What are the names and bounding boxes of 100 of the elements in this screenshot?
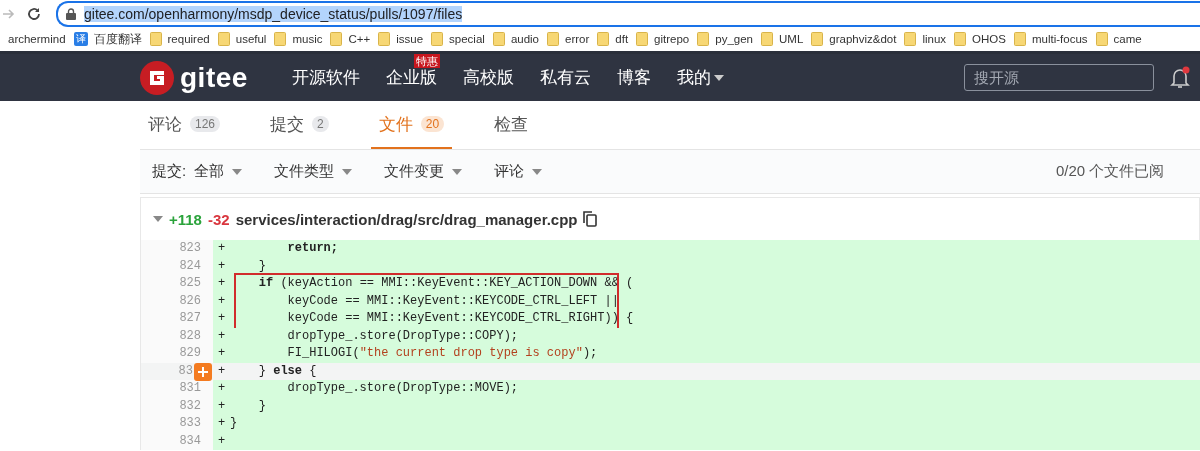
code-line: } else {: [257, 362, 317, 380]
viewed-count: 0/20 个文件已阅: [1056, 162, 1166, 181]
nav-link[interactable]: 我的: [676, 66, 724, 89]
folder-icon: [954, 32, 967, 46]
logo-icon[interactable]: [140, 60, 174, 95]
address-bar[interactable]: gitee.com/openharmony/msdp_device_status/pulls/1097/files: [56, 0, 1200, 27]
code-line: }: [257, 397, 266, 415]
logo-text[interactable]: gitee: [180, 61, 248, 94]
folder-icon: [636, 32, 649, 46]
line-number: 826: [179, 293, 201, 308]
tab[interactable]: 检查: [486, 101, 537, 149]
reload-icon[interactable]: [26, 5, 42, 22]
folder-icon: [330, 32, 343, 46]
code-line: FI_HILOGI("the current drop type is copy");: [286, 345, 598, 362]
folder-icon: [761, 32, 773, 46]
line-number: 823: [179, 241, 201, 255]
line-number: 831: [179, 381, 201, 395]
line-number: 832: [179, 398, 201, 413]
bookmark[interactable]: came: [1091, 32, 1146, 46]
nav-link[interactable]: 私有云: [539, 66, 591, 89]
bookmark[interactable]: music: [270, 32, 327, 46]
filter-dropdown[interactable]: 提交: 全部: [152, 162, 243, 181]
line-number: 825: [179, 276, 201, 290]
bookmark[interactable]: error: [543, 32, 594, 46]
bookmark[interactable]: archermind: [0, 33, 70, 45]
nav-link[interactable]: 开源软件: [291, 66, 360, 89]
bookmark[interactable]: graphviz&dot: [807, 32, 901, 46]
folder-icon: [378, 32, 391, 46]
bookmark[interactable]: audio: [488, 32, 543, 46]
folder-icon: [547, 32, 559, 46]
bookmark[interactable]: C++: [326, 32, 375, 46]
filter-dropdown[interactable]: 文件类型: [274, 162, 353, 181]
nav-link[interactable]: 企业版: [385, 66, 437, 89]
count-badge: 20: [420, 116, 445, 132]
bookmark[interactable]: special: [427, 32, 489, 46]
folder-icon: [492, 32, 505, 46]
caret-icon: [452, 168, 463, 175]
folder-icon: [1013, 32, 1026, 46]
bookmark[interactable]: OHOS: [950, 32, 1010, 46]
line-number: 824: [179, 258, 201, 273]
folder-icon: [149, 32, 162, 46]
caret-icon: [532, 168, 543, 175]
deletions-count: -32: [207, 210, 230, 228]
bookmark[interactable]: dft: [593, 32, 633, 46]
tab[interactable]: 评论 126: [140, 101, 229, 149]
folder-icon: [431, 32, 444, 46]
code-line: keyCode == MMI::KeyEvent::KEYCODE_CTRL_RIGHT)) {: [286, 310, 634, 327]
folder-icon: [217, 32, 230, 46]
folder-icon: [697, 32, 710, 46]
bookmark[interactable]: multi-focus: [1009, 32, 1092, 46]
tab[interactable]: 提交 2: [262, 101, 337, 149]
diff-sign: +: [216, 432, 227, 450]
bookmark[interactable]: linux: [900, 32, 951, 46]
diff-sign: +: [216, 275, 227, 292]
bookmark[interactable]: useful: [213, 32, 271, 46]
folder-icon: [904, 32, 917, 46]
code-line: keyCode == MMI::KeyEvent::KEYCODE_CTRL_LEFT ||: [286, 292, 619, 310]
folder-icon: [597, 32, 610, 46]
lock-icon: [66, 7, 76, 20]
diff-sign: +: [216, 397, 227, 415]
code-line: return;: [286, 240, 339, 257]
search-field[interactable]: 搜开源: [963, 64, 1154, 91]
nav-link[interactable]: 高校版: [462, 66, 514, 89]
additions-count: +118: [169, 210, 202, 228]
collapse-icon[interactable]: [153, 216, 163, 222]
folder-icon: [274, 32, 287, 46]
bookmark[interactable]: issue: [374, 32, 428, 46]
diff-sign: +: [216, 292, 227, 310]
folder-icon: [811, 32, 824, 46]
line-number: 828: [179, 328, 201, 343]
copy-icon[interactable]: [583, 211, 598, 227]
caret-icon: [342, 168, 353, 175]
line-number: 827: [179, 311, 201, 325]
folder-icon: [1095, 32, 1108, 46]
line-number: 834: [179, 433, 201, 448]
promo-badge: 特惠: [413, 54, 440, 68]
filter-dropdown[interactable]: 评论: [494, 162, 543, 181]
code-line: dropType_.store(DropType::MOVE);: [286, 380, 519, 397]
diff-sign: +: [216, 362, 227, 380]
bell-icon[interactable]: [1169, 65, 1192, 90]
line-number: 829: [179, 346, 201, 360]
diff-sign: +: [216, 310, 227, 327]
code-line: }: [230, 415, 238, 432]
diff-sign: +: [216, 327, 227, 345]
bookmark[interactable]: 译 百度翻译: [69, 31, 146, 47]
bookmark[interactable]: py_gen: [693, 32, 757, 46]
count-badge: 126: [190, 116, 221, 132]
count-badge: 2: [312, 116, 329, 132]
nav-link[interactable]: 博客: [616, 66, 651, 89]
file-path: services/interaction/drag/src/drag_manager.cpp: [235, 210, 578, 228]
bookmark[interactable]: required: [145, 32, 214, 46]
bookmark[interactable]: UML: [757, 32, 808, 46]
caret-icon: [232, 168, 243, 175]
diff-sign: +: [216, 240, 227, 257]
line-number: 833: [179, 416, 201, 430]
filter-dropdown[interactable]: 文件变更: [384, 162, 463, 181]
diff-sign: +: [216, 345, 227, 362]
translate-icon: 译: [73, 32, 88, 46]
code-line: }: [257, 257, 266, 275]
bookmark[interactable]: gitrepo: [632, 32, 694, 46]
